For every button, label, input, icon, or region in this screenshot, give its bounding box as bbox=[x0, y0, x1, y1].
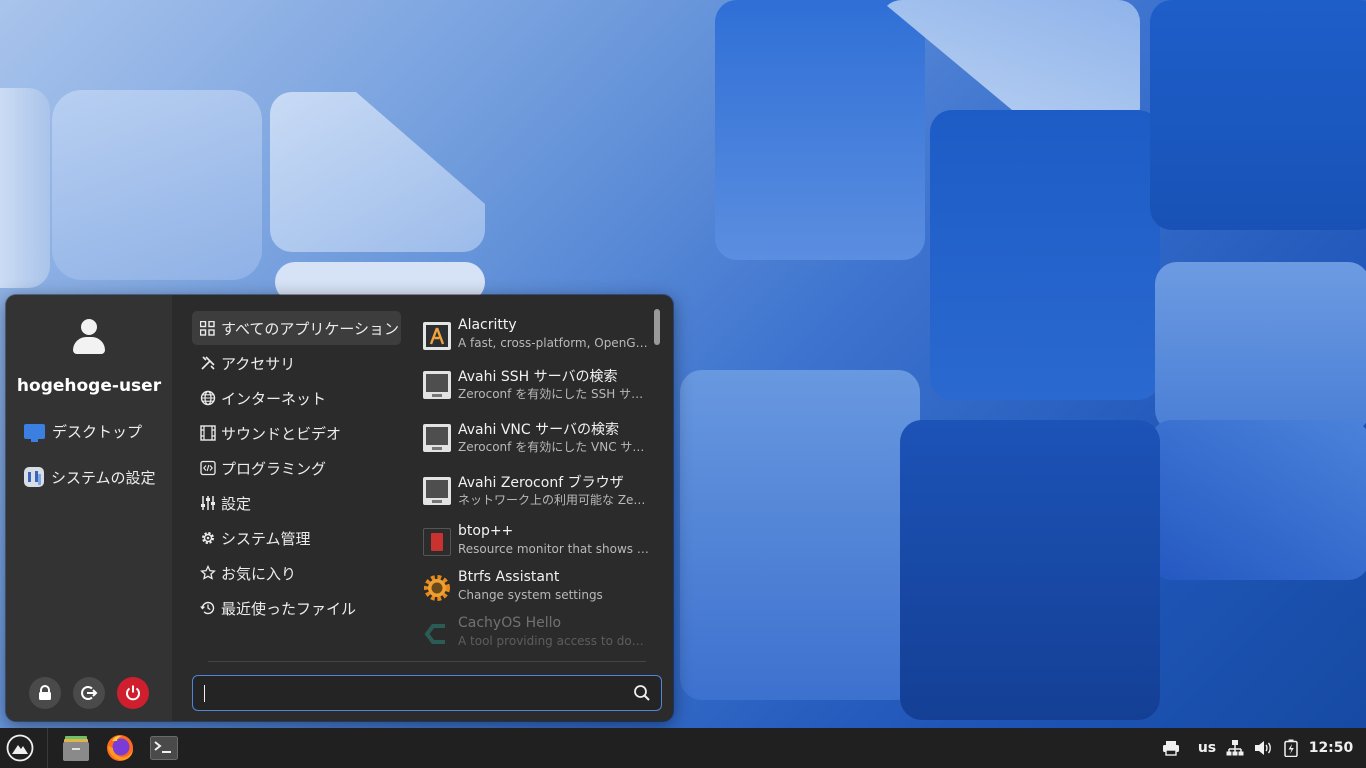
app-description: Zeroconf を有効にした VNC サーバを検索します bbox=[458, 440, 650, 454]
category-label: インターネット bbox=[221, 389, 327, 408]
app-item-alacritty[interactable]: Alacritty A fast, cross-platform, OpenGL… bbox=[422, 315, 650, 363]
category-label: 設定 bbox=[221, 494, 252, 513]
power-icon bbox=[126, 685, 140, 701]
app-item-avahi-vnc[interactable]: Avahi VNC サーバの検索 Zeroconf を有効にした VNC サーバ… bbox=[422, 417, 650, 465]
category-accessories[interactable]: アクセサリ bbox=[192, 346, 401, 380]
category-sound-video[interactable]: サウンドとビデオ bbox=[192, 416, 401, 450]
app-description: ネットワーク上の利用可能な Zeroconf サービスを閲覧します bbox=[458, 493, 650, 507]
keyboard-layout-indicator[interactable]: us bbox=[1193, 736, 1221, 760]
taskbar: us 12:50 bbox=[0, 728, 1366, 768]
category-internet[interactable]: インターネット bbox=[192, 381, 401, 415]
grid-icon bbox=[199, 320, 216, 337]
system-settings-link[interactable]: システムの設定 bbox=[24, 464, 156, 490]
app-name: Avahi SSH サーバの検索 bbox=[458, 369, 618, 385]
search-box[interactable] bbox=[192, 675, 662, 711]
firefox-icon bbox=[107, 735, 133, 761]
settings-icon bbox=[24, 467, 44, 487]
power-button[interactable] bbox=[117, 677, 149, 709]
printer-button[interactable] bbox=[1161, 736, 1181, 760]
divider bbox=[208, 661, 646, 662]
globe-icon bbox=[199, 390, 216, 407]
desktop-link[interactable]: デスクトップ bbox=[24, 418, 142, 444]
search-icon[interactable] bbox=[633, 684, 651, 702]
network-monitor-icon bbox=[423, 424, 451, 452]
desktop-link-label: デスクトップ bbox=[52, 422, 143, 441]
app-item-cachyos-hello[interactable]: CachyOS Hello A tool providing access to… bbox=[422, 613, 650, 661]
category-all-applications[interactable]: すべてのアプリケーション bbox=[192, 311, 401, 345]
terminal-icon bbox=[150, 736, 178, 760]
app-name: Alacritty bbox=[458, 317, 517, 333]
code-icon bbox=[199, 460, 216, 477]
media-icon bbox=[199, 425, 216, 442]
btrfs-assistant-icon bbox=[423, 574, 451, 602]
logout-button[interactable] bbox=[73, 677, 105, 709]
category-label: システム管理 bbox=[221, 529, 311, 548]
app-item-btop[interactable]: btop++ Resource monitor that shows usage… bbox=[422, 521, 650, 569]
star-icon bbox=[199, 565, 216, 582]
system-settings-link-label: システムの設定 bbox=[51, 468, 156, 487]
app-item-avahi-zeroconf[interactable]: Avahi Zeroconf ブラウザ ネットワーク上の利用可能な Zeroco… bbox=[422, 470, 650, 518]
lock-icon bbox=[39, 685, 51, 700]
app-name: CachyOS Hello bbox=[458, 615, 562, 631]
search-input[interactable] bbox=[201, 682, 621, 704]
user-avatar-icon bbox=[73, 319, 105, 355]
app-name: btop++ bbox=[458, 523, 514, 539]
network-icon bbox=[1226, 740, 1244, 756]
category-label: 最近使ったファイル bbox=[221, 599, 357, 618]
category-programming[interactable]: プログラミング bbox=[192, 451, 401, 485]
app-name: Avahi Zeroconf ブラウザ bbox=[458, 475, 624, 491]
network-monitor-icon bbox=[423, 371, 451, 399]
taskbar-separator bbox=[47, 728, 48, 768]
app-list-scrollbar[interactable] bbox=[654, 309, 660, 345]
category-label: アクセサリ bbox=[221, 354, 296, 373]
app-item-avahi-ssh[interactable]: Avahi SSH サーバの検索 Zeroconf を有効にした SSH サーバ… bbox=[422, 364, 650, 412]
terminal-launcher[interactable] bbox=[148, 732, 180, 764]
category-label: お気に入り bbox=[221, 564, 297, 583]
app-description: Change system settings bbox=[458, 588, 603, 602]
gear-icon bbox=[199, 530, 216, 547]
app-description: Zeroconf を有効にした SSH サーバを検索します bbox=[458, 387, 650, 401]
printer-icon bbox=[1163, 741, 1179, 756]
sliders-icon bbox=[199, 495, 216, 512]
category-system[interactable]: システム管理 bbox=[192, 521, 401, 555]
app-name: Avahi VNC サーバの検索 bbox=[458, 422, 619, 438]
volume-button[interactable] bbox=[1253, 736, 1273, 760]
app-description: A tool providing access to documentation bbox=[458, 634, 650, 648]
application-menu: hogehoge-user デスクトップ システムの設定 すべてのアプリケーショ… bbox=[6, 295, 673, 721]
volume-icon bbox=[1255, 741, 1271, 755]
lock-screen-button[interactable] bbox=[29, 677, 61, 709]
category-recent-files[interactable]: 最近使ったファイル bbox=[192, 591, 401, 625]
tools-icon bbox=[199, 355, 216, 372]
app-item-btrfs-assistant[interactable]: Btrfs Assistant Change system settings bbox=[422, 567, 650, 615]
cachyos-hello-icon bbox=[423, 620, 451, 648]
history-icon bbox=[199, 600, 216, 617]
category-settings[interactable]: 設定 bbox=[192, 486, 401, 520]
app-description: Resource monitor that shows usage and st… bbox=[458, 542, 650, 556]
category-label: プログラミング bbox=[221, 459, 327, 478]
menu-user-panel: hogehoge-user デスクトップ システムの設定 bbox=[6, 295, 172, 721]
text-cursor bbox=[204, 685, 205, 702]
desktop-icon bbox=[24, 423, 45, 442]
category-label: すべてのアプリケーション bbox=[221, 319, 400, 338]
username-label: hogehoge-user bbox=[16, 376, 162, 396]
network-button[interactable] bbox=[1225, 736, 1245, 760]
app-name: Btrfs Assistant bbox=[458, 569, 560, 585]
category-favorites[interactable]: お気に入り bbox=[192, 556, 401, 590]
firefox-launcher[interactable] bbox=[103, 732, 137, 764]
battery-button[interactable] bbox=[1281, 736, 1301, 760]
logout-icon bbox=[81, 686, 98, 700]
clock[interactable]: 12:50 bbox=[1308, 736, 1354, 760]
menu-button[interactable] bbox=[4, 732, 36, 764]
category-label: サウンドとビデオ bbox=[221, 424, 342, 443]
alacritty-icon bbox=[423, 322, 451, 350]
file-manager-launcher[interactable] bbox=[60, 732, 92, 764]
cachyos-menu-icon bbox=[6, 734, 34, 762]
battery-charging-icon bbox=[1284, 739, 1298, 757]
app-description: A fast, cross-platform, OpenGL terminal … bbox=[458, 336, 650, 350]
btop-icon bbox=[423, 528, 451, 556]
file-manager-icon bbox=[63, 736, 89, 761]
network-monitor-icon bbox=[423, 477, 451, 505]
